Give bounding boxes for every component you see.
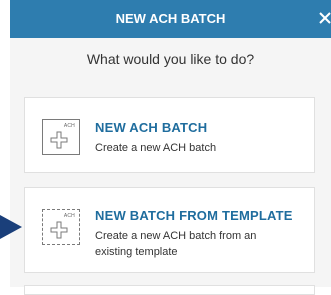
pointer-arrow-icon [0, 215, 22, 239]
plus-file-icon: ACH [42, 119, 80, 155]
option-description: Create a new ACH batch from an existing … [95, 230, 257, 258]
modal-header: NEW ACH BATCH [10, 0, 331, 38]
modal-title: NEW ACH BATCH [115, 11, 226, 26]
new-batch-from-template-option[interactable]: ACH NEW BATCH FROM TEMPLATE Create a new… [24, 187, 315, 273]
new-ach-batch-option[interactable]: ACH NEW ACH BATCH Create a new ACH batch [24, 97, 315, 173]
ach-tag: ACH [63, 213, 75, 219]
option-title: NEW ACH BATCH [95, 120, 208, 135]
plus-template-icon: ACH [42, 209, 80, 245]
modal-prompt: What would you like to do? [86, 51, 255, 67]
close-icon[interactable] [317, 10, 331, 26]
ach-tag: ACH [63, 123, 75, 129]
option-title: NEW BATCH FROM TEMPLATE [95, 208, 293, 223]
option-description: Create a new ACH batch [95, 142, 217, 154]
